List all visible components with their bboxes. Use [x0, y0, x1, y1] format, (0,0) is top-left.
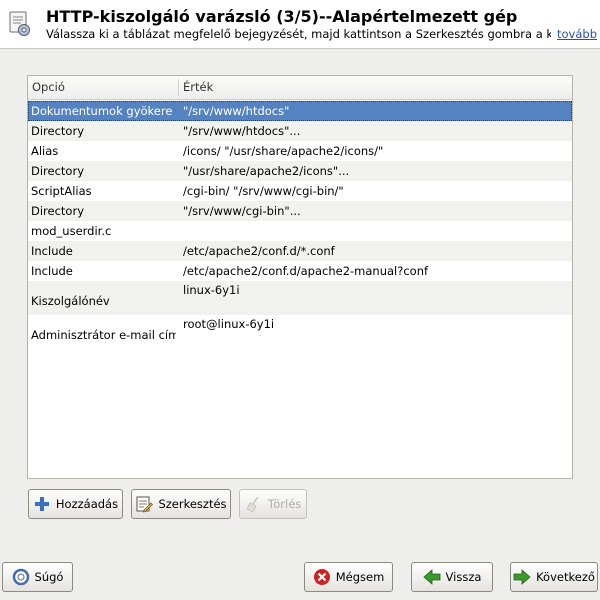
cell-option: Alias [31, 144, 59, 158]
wizard-content: Opció Érték Dokumentumok gyökere "/srv/w… [0, 48, 600, 600]
cell-value: /cgi-bin/ "/srv/www/cgi-bin/" [183, 184, 344, 198]
options-table[interactable]: Opció Érték Dokumentumok gyökere "/srv/w… [27, 75, 573, 479]
table-header: Opció Érték [28, 76, 572, 100]
column-separator [178, 79, 179, 96]
table-row[interactable]: mod_userdir.c [28, 221, 572, 241]
cell-value: "/srv/www/htdocs"... [183, 124, 301, 138]
cell-option: ScriptAlias [31, 184, 92, 198]
back-button[interactable]: Vissza [411, 562, 493, 592]
more-link[interactable]: tovább [557, 27, 597, 41]
table-row[interactable]: Kiszolgálónév linux-6y1i [28, 281, 572, 315]
edit-button-label: Szerkesztés [158, 497, 227, 511]
cancel-button[interactable]: Mégsem [304, 562, 393, 592]
next-button-label: Következő [536, 570, 595, 584]
cell-option: Directory [31, 124, 85, 138]
help-button-label: Súgó [34, 570, 64, 584]
page-subtitle: Válassza ki a táblázat megfelelő bejegyz… [46, 27, 551, 41]
back-button-label: Vissza [445, 570, 482, 584]
cell-option: Adminisztrátor e-mail címe [31, 328, 176, 342]
arrow-right-icon [513, 569, 531, 585]
cell-value: /etc/apache2/conf.d/*.conf [183, 244, 335, 258]
plus-icon [34, 497, 49, 511]
delete-button[interactable]: Törlés [239, 489, 307, 519]
table-row[interactable]: Directory "/usr/share/apache2/icons"... [28, 161, 572, 181]
table-row[interactable]: Alias /icons/ "/usr/share/apache2/icons/… [28, 141, 572, 161]
table-body: Dokumentumok gyökere "/srv/www/htdocs" D… [28, 101, 572, 349]
cell-value: "/usr/share/apache2/icons"... [183, 164, 350, 178]
cell-option: Dokumentumok gyökere [31, 104, 173, 118]
cell-option: Directory [31, 164, 85, 178]
cancel-icon [313, 569, 330, 585]
arrow-left-icon [422, 569, 440, 585]
table-row[interactable]: ScriptAlias /cgi-bin/ "/srv/www/cgi-bin/… [28, 181, 572, 201]
cell-value: linux-6y1i [183, 283, 240, 297]
cell-value: "/srv/www/cgi-bin"... [183, 204, 301, 218]
table-row[interactable]: Directory "/srv/www/cgi-bin"... [28, 201, 572, 221]
cell-option: Include [31, 264, 73, 278]
add-button-label: Hozzáadás [55, 497, 119, 511]
delete-button-label: Törlés [267, 497, 302, 511]
add-button[interactable]: Hozzáadás [28, 489, 123, 519]
column-header-option[interactable]: Opció [32, 80, 65, 94]
broom-icon [246, 496, 259, 513]
table-row[interactable]: Directory "/srv/www/htdocs"... [28, 121, 572, 141]
cell-option: Kiszolgálónév [31, 294, 110, 308]
page-title: HTTP-kiszolgáló varázsló (3/5)--Alapérte… [46, 7, 518, 26]
edit-button[interactable]: Szerkesztés [131, 489, 231, 519]
cell-value: "/srv/www/htdocs" [183, 104, 290, 118]
cell-value: root@linux-6y1i [183, 317, 275, 331]
cell-option: Include [31, 244, 73, 258]
table-row[interactable]: Include /etc/apache2/conf.d/*.conf [28, 241, 572, 261]
table-row[interactable]: Include /etc/apache2/conf.d/apache2-manu… [28, 261, 572, 281]
wizard-header: HTTP-kiszolgáló varázsló (3/5)--Alapérte… [0, 0, 600, 48]
table-row[interactable]: Dokumentumok gyökere "/srv/www/htdocs" [28, 101, 572, 121]
next-button[interactable]: Következő [510, 562, 598, 592]
help-button[interactable]: Súgó [2, 562, 73, 592]
cancel-button-label: Mégsem [335, 570, 385, 584]
server-config-icon [9, 11, 30, 36]
edit-document-icon [136, 496, 154, 513]
cell-value: /icons/ "/usr/share/apache2/icons/" [183, 144, 384, 158]
help-lifebuoy-icon [12, 568, 29, 586]
column-header-value[interactable]: Érték [183, 80, 213, 94]
cell-option: mod_userdir.c [31, 224, 112, 238]
table-row[interactable]: Adminisztrátor e-mail címe root@linux-6y… [28, 315, 572, 349]
cell-option: Directory [31, 204, 85, 218]
cell-value: /etc/apache2/conf.d/apache2-manual?conf [183, 264, 429, 278]
